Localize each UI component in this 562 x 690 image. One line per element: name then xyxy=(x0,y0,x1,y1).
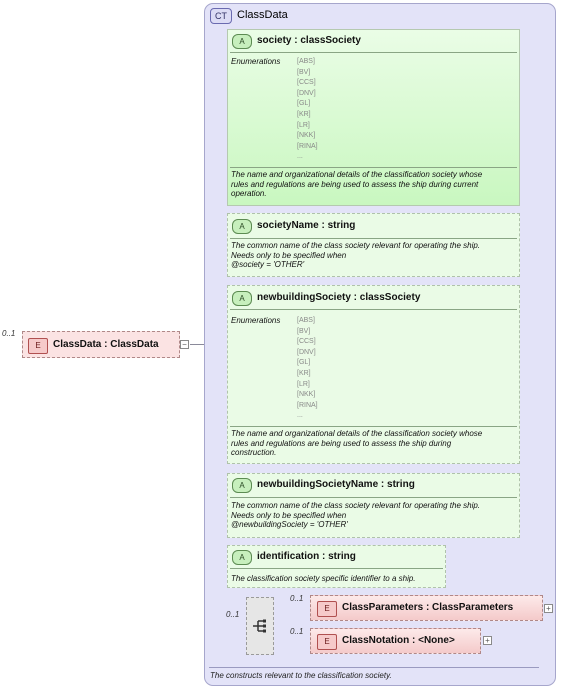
attribute-documentation: The classification society specific iden… xyxy=(231,574,416,583)
child-element-title: ClassParameters : ClassParameters xyxy=(342,602,514,613)
attribute-title: societyName : string xyxy=(257,220,356,231)
element-badge: E xyxy=(317,601,337,617)
attribute-badge: A xyxy=(232,478,252,493)
attribute-society[interactable]: A society : classSociety Enumerations [A… xyxy=(227,29,520,206)
enumerations-label: Enumerations xyxy=(231,57,281,66)
attribute-identification[interactable]: A identification : string The classifica… xyxy=(227,545,446,588)
enumeration-values: [ABS] [BV] [CCS] [DNV] [GL] [KR] [LR] [N… xyxy=(297,317,318,420)
attribute-doc-separator xyxy=(230,167,517,168)
child-element-occurrence: 0..1 xyxy=(290,627,304,636)
attribute-newbuildingsocietyname[interactable]: A newbuildingSocietyName : string The co… xyxy=(227,473,520,538)
root-element-title: ClassData : ClassData xyxy=(53,339,159,350)
attribute-separator xyxy=(230,238,517,239)
attribute-title: identification : string xyxy=(257,551,356,562)
child-element-classparameters[interactable]: E ClassParameters : ClassParameters xyxy=(310,595,543,621)
attribute-badge: A xyxy=(232,34,252,49)
attribute-title: society : classSociety xyxy=(257,35,361,46)
attribute-societyname[interactable]: A societyName : string The common name o… xyxy=(227,213,520,277)
classparameters-expand-toggle[interactable]: + xyxy=(544,604,553,613)
attribute-newbuildingsociety[interactable]: A newbuildingSociety : classSociety Enum… xyxy=(227,285,520,464)
attribute-separator xyxy=(230,497,517,498)
child-element-classnotation[interactable]: E ClassNotation : <None> xyxy=(310,628,481,654)
complex-type-title: ClassData xyxy=(237,9,288,21)
complex-type-badge: CT xyxy=(210,8,232,24)
child-element-title: ClassNotation : <None> xyxy=(342,635,455,646)
element-badge: E xyxy=(317,634,337,650)
sequence-compositor[interactable] xyxy=(246,597,274,655)
element-badge: E xyxy=(28,338,48,354)
sequence-compositor-icon xyxy=(253,619,266,633)
root-element-box[interactable]: E ClassData : ClassData xyxy=(22,331,180,358)
attribute-badge: A xyxy=(232,219,252,234)
enumeration-values: [ABS] [BV] [CCS] [DNV] [GL] [KR] [LR] [N… xyxy=(297,58,318,161)
attribute-documentation: The name and organizational details of t… xyxy=(231,429,483,457)
classnotation-expand-toggle[interactable]: + xyxy=(483,636,492,645)
sequence-occurrence: 0..1 xyxy=(226,610,240,619)
attribute-documentation: The common name of the class society rel… xyxy=(231,241,481,269)
attribute-documentation: The name and organizational details of t… xyxy=(231,170,483,198)
attribute-separator xyxy=(230,52,517,53)
enumerations-label: Enumerations xyxy=(231,316,281,325)
attribute-doc-separator xyxy=(230,426,517,427)
attribute-title: newbuildingSocietyName : string xyxy=(257,479,415,490)
attribute-title: newbuildingSociety : classSociety xyxy=(257,292,421,303)
attribute-badge: A xyxy=(232,550,252,565)
complex-type-doc-separator xyxy=(209,667,539,668)
attribute-separator xyxy=(230,568,443,569)
attribute-badge: A xyxy=(232,291,252,306)
complex-type-description: The constructs relevant to the classific… xyxy=(210,671,392,680)
attribute-separator xyxy=(230,309,517,310)
root-element-occurrence: 0..1 xyxy=(2,329,16,338)
root-element-collapse-toggle[interactable]: − xyxy=(180,340,189,349)
child-element-occurrence: 0..1 xyxy=(290,594,304,603)
attribute-documentation: The common name of the class society rel… xyxy=(231,501,481,529)
